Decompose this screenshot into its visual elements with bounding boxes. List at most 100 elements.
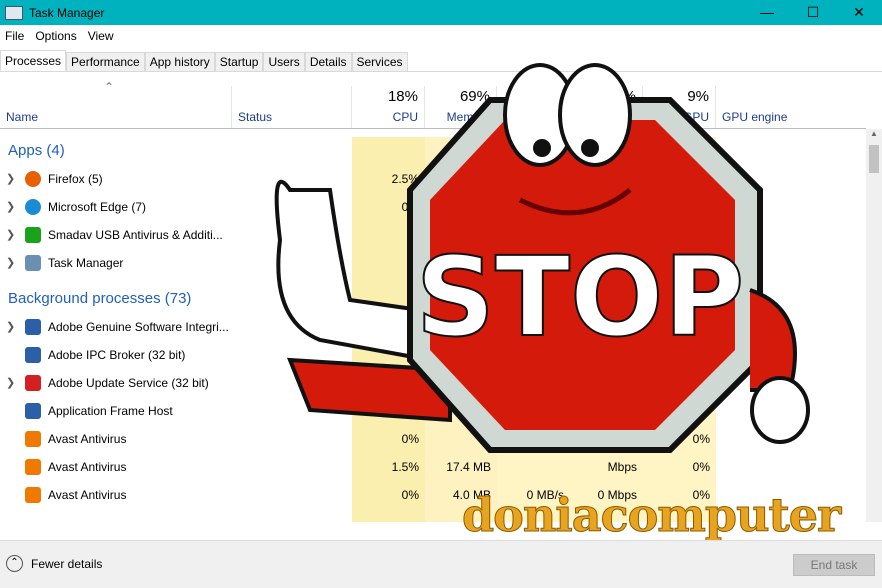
column-disk[interactable]: 30% Disk xyxy=(497,86,570,128)
column-cpu[interactable]: 18% CPU xyxy=(352,86,425,128)
window-title: Task Manager xyxy=(29,5,105,20)
expand-chevron-icon[interactable]: ❯ xyxy=(6,165,15,193)
gpu-value xyxy=(643,369,716,397)
chevron-up-icon: ⌃ xyxy=(6,555,23,572)
expand-chevron-icon[interactable]: ❯ xyxy=(6,369,15,397)
gpu-value: 0% xyxy=(692,460,710,474)
cpu-value: 1 xyxy=(412,256,419,270)
cpu-value: 0% xyxy=(401,200,419,214)
end-task-button[interactable]: End task xyxy=(793,554,875,576)
tab-startup[interactable]: Startup xyxy=(214,52,264,72)
disk-value xyxy=(497,425,570,453)
process-row[interactable]: Application Frame Host 0% xyxy=(0,397,866,425)
expand-chevron-icon[interactable]: ❯ xyxy=(6,193,15,221)
process-row[interactable]: ❯ Firefox (5) 2.5% xyxy=(0,165,866,193)
process-icon xyxy=(25,347,41,363)
process-icon xyxy=(25,431,41,447)
column-header: ⌃ Name Status 18% CPU 69% Memory 30% Disk 1… xyxy=(0,80,866,129)
column-gpu-engine[interactable]: GPU engine xyxy=(716,86,866,128)
process-row[interactable]: ❯ Task Manager 1 xyxy=(0,249,866,277)
process-name: Smadav USB Antivirus & Additi... xyxy=(48,228,223,242)
sort-up-icon: ⌃ xyxy=(104,80,115,94)
mem-value: 17.4 MB xyxy=(446,460,491,474)
tab-bar: Processes Performance App history Startu… xyxy=(0,50,882,72)
process-name: Application Frame Host xyxy=(48,404,173,418)
firefox-icon xyxy=(25,171,41,187)
mem-value xyxy=(425,313,497,341)
mem-value xyxy=(425,425,497,453)
tab-users[interactable]: Users xyxy=(263,52,305,72)
net-value xyxy=(570,397,643,425)
net-value xyxy=(570,425,643,453)
process-name: Firefox (5) xyxy=(48,172,103,186)
disk-value xyxy=(497,341,570,369)
cpu-value: 0% xyxy=(401,404,419,418)
process-icon xyxy=(25,403,41,419)
gpu-value xyxy=(643,341,716,369)
menu-view[interactable]: View xyxy=(83,29,120,43)
close-button[interactable]: ✕ xyxy=(836,0,882,25)
scroll-up-icon[interactable]: ▲ xyxy=(866,129,882,138)
tab-processes[interactable]: Processes xyxy=(0,50,67,71)
cpu-value xyxy=(352,369,425,397)
smadav-icon xyxy=(25,227,41,243)
net-value: Mbps xyxy=(607,460,637,474)
tab-details[interactable]: Details xyxy=(304,52,352,72)
net-value xyxy=(570,369,643,397)
process-icon xyxy=(25,319,41,335)
menu-bar: File Options View xyxy=(0,26,120,46)
gpu-value xyxy=(643,397,716,425)
process-name: Adobe IPC Broker (32 bit) xyxy=(48,348,186,362)
cpu-value xyxy=(352,341,425,369)
process-name: Task Manager xyxy=(48,256,124,270)
expand-chevron-icon[interactable]: ❯ xyxy=(6,221,15,249)
maximize-button[interactable]: ☐ xyxy=(790,0,836,25)
mem-value xyxy=(425,341,497,369)
gpu-value: 0% xyxy=(692,432,710,446)
process-icon xyxy=(25,487,41,503)
cpu-value: 0% xyxy=(401,488,419,502)
vertical-scrollbar[interactable]: ▲ xyxy=(866,129,882,522)
process-row[interactable]: ❯ Smadav USB Antivirus & Additi... 0. xyxy=(0,221,866,249)
net-value xyxy=(570,341,643,369)
fewer-details-button[interactable]: ⌃ Fewer details xyxy=(6,555,102,572)
disk-value xyxy=(497,313,570,341)
column-network[interactable]: 1% xyxy=(570,86,643,128)
task-manager-icon xyxy=(5,5,23,20)
net-value xyxy=(570,313,643,341)
tab-services[interactable]: Services xyxy=(351,52,408,72)
process-name: Adobe Update Service (32 bit) xyxy=(48,376,209,390)
mem-value xyxy=(425,397,497,425)
process-name: Avast Antivirus xyxy=(48,460,127,474)
process-row[interactable]: ❯ Adobe Genuine Software Integri... xyxy=(0,313,866,341)
watermark: doniacomputer xyxy=(461,488,841,543)
process-name: Adobe Genuine Software Integri... xyxy=(48,320,229,334)
process-name: Avast Antivirus xyxy=(48,488,127,502)
disk-value xyxy=(497,397,570,425)
expand-chevron-icon[interactable]: ❯ xyxy=(6,313,15,341)
process-row[interactable]: Avast Antivirus 0% 0% xyxy=(0,425,866,453)
menu-file[interactable]: File xyxy=(0,29,30,43)
column-status[interactable]: Status xyxy=(232,86,352,128)
column-memory[interactable]: 69% Memory xyxy=(425,86,497,128)
column-gpu[interactable]: 9% GPU xyxy=(643,86,716,128)
expand-chevron-icon[interactable]: ❯ xyxy=(6,249,15,277)
edge-icon xyxy=(25,199,41,215)
gpu-value xyxy=(643,313,716,341)
scrollbar-thumb[interactable] xyxy=(869,145,879,173)
group-background: Background processes (73) xyxy=(8,290,192,307)
column-name[interactable]: ⌃ Name xyxy=(0,80,232,128)
minimize-button[interactable]: — xyxy=(744,0,790,25)
fewer-details-label: Fewer details xyxy=(31,556,103,571)
footer: ⌃ Fewer details End task xyxy=(0,540,882,588)
process-row[interactable]: ❯ Microsoft Edge (7) 0% xyxy=(0,193,866,221)
process-row[interactable]: Adobe IPC Broker (32 bit) xyxy=(0,341,866,369)
tab-app-history[interactable]: App history xyxy=(144,52,215,72)
process-row[interactable]: ❯ Adobe Update Service (32 bit) xyxy=(0,369,866,397)
disk-value xyxy=(497,453,570,481)
tab-performance[interactable]: Performance xyxy=(66,52,145,72)
process-name: Microsoft Edge (7) xyxy=(48,200,147,214)
menu-options[interactable]: Options xyxy=(30,29,82,43)
process-row[interactable]: Avast Antivirus 1.5% 17.4 MB Mbps 0% xyxy=(0,453,866,481)
disk-value xyxy=(497,369,570,397)
